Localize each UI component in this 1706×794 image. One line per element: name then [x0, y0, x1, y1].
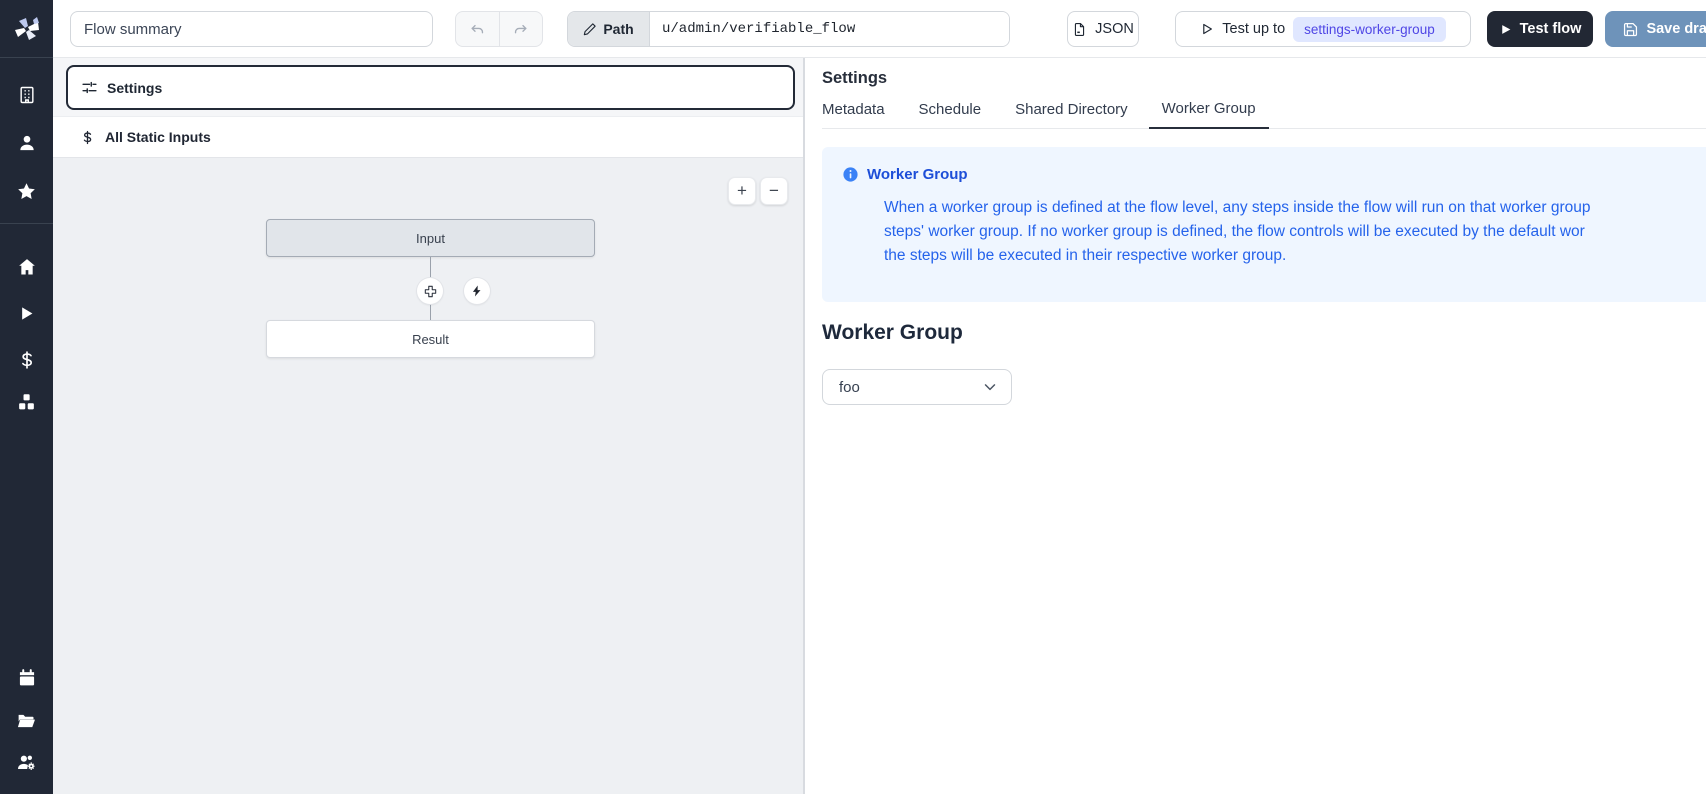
sidebar-item-user[interactable] — [0, 126, 53, 160]
plus-icon — [423, 284, 438, 299]
calendar-icon — [17, 668, 37, 688]
chevron-down-icon — [981, 378, 999, 396]
settings-panel-title: Settings — [822, 69, 1706, 88]
zoom-in-button[interactable]: + — [728, 177, 756, 205]
star-icon — [16, 181, 37, 202]
info-box-header: Worker Group — [842, 166, 1706, 183]
sidebar-divider — [0, 57, 53, 58]
flow-settings-label: Settings — [107, 80, 162, 96]
flow-editor-app: Path JSON Test up to settings-worker-gro… — [0, 0, 1706, 794]
file-json-icon — [1072, 22, 1087, 37]
play-filled-icon — [1499, 23, 1512, 36]
users-cog-icon — [16, 752, 37, 773]
redo-button[interactable] — [499, 12, 542, 46]
windmill-logo[interactable] — [0, 0, 53, 57]
play-outline-icon — [1200, 22, 1214, 36]
tab-worker-group[interactable]: Worker Group — [1149, 100, 1269, 129]
home-icon — [17, 257, 37, 277]
worker-group-select-value: foo — [839, 379, 860, 396]
test-up-to-step-badge: settings-worker-group — [1293, 17, 1446, 42]
sidebar-item-runs[interactable] — [0, 296, 53, 330]
boxes-icon — [16, 392, 37, 413]
test-flow-button[interactable]: Test flow — [1487, 11, 1593, 47]
worker-group-select[interactable]: foo — [822, 369, 1012, 405]
info-line: the steps will be executed in their resp… — [884, 244, 1706, 268]
tab-shared-directory[interactable]: Shared Directory — [1002, 101, 1141, 128]
undo-icon — [469, 21, 486, 38]
path-input[interactable] — [650, 12, 1009, 46]
json-button[interactable]: JSON — [1067, 11, 1139, 47]
sidebar-item-folders[interactable] — [0, 703, 53, 737]
sidebar-item-favorites[interactable] — [0, 174, 53, 208]
user-icon — [17, 133, 37, 153]
info-box-body: When a worker group is defined at the fl… — [884, 196, 1706, 268]
sidebar-item-workspace[interactable] — [0, 78, 53, 112]
redo-icon — [512, 21, 529, 38]
input-node[interactable]: Input — [266, 219, 595, 257]
add-step-button[interactable] — [417, 278, 443, 304]
building-icon — [17, 85, 37, 105]
all-static-inputs-label: All Static Inputs — [105, 129, 211, 145]
save-draft-label: Save draft — [1646, 21, 1706, 37]
folder-open-icon — [16, 710, 37, 731]
undo-button[interactable] — [456, 12, 499, 46]
sidebar-item-groups[interactable] — [0, 745, 53, 779]
bolt-icon — [470, 284, 484, 298]
sidebar-divider — [0, 223, 53, 224]
info-box-title: Worker Group — [867, 166, 968, 183]
topbar: Path JSON Test up to settings-worker-gro… — [53, 0, 1706, 58]
undo-redo-group — [455, 11, 543, 47]
path-button-label: Path — [603, 21, 633, 37]
path-group: Path — [567, 11, 1010, 47]
tab-metadata[interactable]: Metadata — [809, 101, 898, 128]
test-up-to-label: Test up to — [1222, 21, 1285, 37]
sidebar — [0, 0, 53, 794]
worker-group-info-box: Worker Group When a worker group is defi… — [822, 147, 1706, 302]
pencil-icon — [583, 22, 597, 36]
sidebar-item-schedules[interactable] — [0, 661, 53, 695]
flow-settings-card[interactable]: Settings — [66, 65, 795, 110]
sidebar-item-variables[interactable] — [0, 343, 53, 377]
sliders-icon — [81, 79, 98, 96]
json-button-label: JSON — [1095, 21, 1134, 37]
flow-summary-input[interactable] — [70, 11, 433, 47]
dollar-icon — [80, 130, 95, 145]
info-icon — [842, 166, 859, 183]
flow-graph-canvas[interactable]: + − Input Result — [53, 158, 803, 794]
settings-tabs: Metadata Schedule Shared Directory Worke… — [822, 96, 1706, 129]
edit-path-button[interactable]: Path — [568, 12, 650, 46]
zoom-out-button[interactable]: − — [760, 177, 788, 205]
test-flow-label: Test flow — [1520, 21, 1582, 37]
sidebar-item-home[interactable] — [0, 250, 53, 284]
info-line: steps' worker group. If no worker group … — [884, 220, 1706, 244]
save-draft-button[interactable]: Save draft — [1605, 11, 1706, 47]
tab-schedule[interactable]: Schedule — [906, 101, 995, 128]
all-static-inputs-item[interactable]: All Static Inputs — [53, 116, 803, 158]
play-icon — [17, 304, 36, 323]
info-line: When a worker group is defined at the fl… — [884, 196, 1706, 220]
dollar-icon — [17, 350, 37, 370]
flow-editor-panel: Settings All Static Inputs + − Input Res… — [53, 58, 803, 794]
sidebar-item-resources[interactable] — [0, 385, 53, 419]
trigger-button[interactable] — [464, 278, 490, 304]
settings-panel: Settings Metadata Schedule Shared Direct… — [805, 58, 1706, 794]
test-up-to-button[interactable]: Test up to settings-worker-group — [1175, 11, 1471, 47]
result-node[interactable]: Result — [266, 320, 595, 358]
windmill-logo-icon — [12, 14, 42, 44]
save-icon — [1623, 22, 1638, 37]
worker-group-section-title: Worker Group — [822, 321, 1706, 345]
